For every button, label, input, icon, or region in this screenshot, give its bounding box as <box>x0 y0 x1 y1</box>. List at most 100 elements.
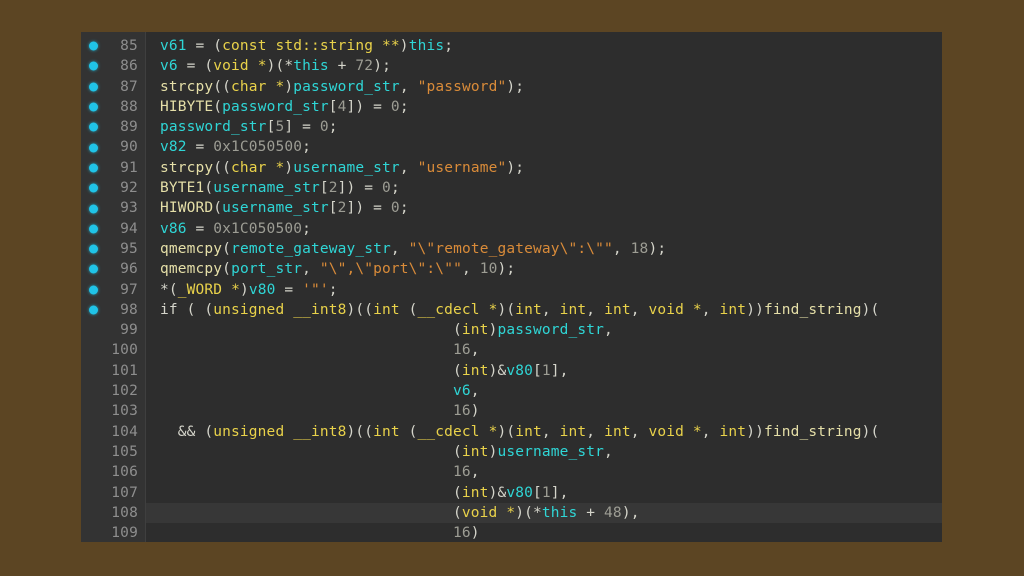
gutter-row[interactable]: 88 <box>81 97 145 117</box>
code-token: 4 <box>337 98 347 115</box>
code-line[interactable]: qmemcpy(remote_gateway_str, "\"remote_ga… <box>146 239 942 259</box>
code-token: HIBYTE <box>160 98 214 115</box>
code-line-current[interactable]: (void *)(*this + 48), <box>146 502 942 524</box>
breakpoint-dot-icon[interactable] <box>89 61 98 71</box>
code-token: ]) = <box>346 200 391 217</box>
code-line[interactable]: strcpy((char *)password_str, "password")… <box>146 77 942 97</box>
gutter-row[interactable]: 87 <box>81 77 145 97</box>
editor-gutter[interactable]: 85 86 87 88 89 90 91 92 93 94 95 96 97 98 99 100 101 102 1… <box>81 32 146 542</box>
code-line[interactable]: password_str[5] = 0; <box>146 117 942 137</box>
code-token: , <box>470 383 480 400</box>
code-line[interactable]: 16) <box>146 523 942 542</box>
gutter-row[interactable]: 85 <box>81 36 145 56</box>
code-line[interactable]: *(_WORD *)v80 = '"'; <box>146 280 942 300</box>
breakpoint-dot-icon[interactable] <box>89 305 98 315</box>
code-content-area[interactable]: v61 = (const std::string **)this; v6 = (v… <box>146 32 942 542</box>
code-token: , <box>302 261 320 278</box>
code-token: ] = <box>284 119 320 136</box>
gutter-row[interactable]: 105 <box>81 442 145 462</box>
breakpoint-dot-icon[interactable] <box>89 285 98 295</box>
breakpoint-dot-icon[interactable] <box>89 102 98 112</box>
code-token: "password" <box>417 78 507 95</box>
code-line[interactable]: v6 = (void *)(*this + 72); <box>146 56 942 76</box>
code-token: int <box>515 423 542 440</box>
breakpoint-dot-icon[interactable] <box>89 204 98 214</box>
gutter-row[interactable]: 95 <box>81 239 145 259</box>
gutter-row[interactable]: 109 <box>81 523 145 542</box>
breakpoint-dot-icon[interactable] <box>89 122 98 132</box>
gutter-row[interactable]: 86 <box>81 56 145 76</box>
code-token: qmemcpy <box>160 240 223 257</box>
breakpoint-dot-icon[interactable] <box>89 82 98 92</box>
code-token: 72 <box>355 58 374 75</box>
gutter-row[interactable]: 96 <box>81 259 145 279</box>
line-number: 88 <box>120 98 138 115</box>
gutter-row[interactable]: 106 <box>81 462 145 482</box>
code-token: this <box>541 504 578 521</box>
gutter-row[interactable]: 90 <box>81 137 145 157</box>
gutter-row[interactable]: 101 <box>81 361 145 381</box>
line-number: 92 <box>120 180 138 197</box>
breakpoint-dot-icon[interactable] <box>89 41 98 51</box>
code-token: const std::string <box>222 38 374 54</box>
code-line[interactable]: (int)&v80[1], <box>146 483 942 503</box>
breakpoint-dot-icon[interactable] <box>89 224 98 234</box>
code-line[interactable]: && (unsigned __int8)((int (__cdecl *)(in… <box>146 422 942 442</box>
gutter-row[interactable]: 100 <box>81 340 145 360</box>
breakpoint-dot-icon[interactable] <box>89 244 98 254</box>
breakpoint-dot-icon[interactable] <box>89 163 98 173</box>
breakpoint-dot-icon[interactable] <box>89 143 98 153</box>
code-line[interactable]: 16) <box>146 401 942 421</box>
gutter-row[interactable]: 91 <box>81 158 145 178</box>
code-token: 18 <box>630 240 649 257</box>
code-token: unsigned __int8 <box>213 423 347 440</box>
code-line[interactable]: v61 = (const std::string **)this; <box>146 36 942 56</box>
code-token: ) <box>470 525 480 542</box>
code-line[interactable]: v86 = 0x1C050500; <box>146 219 942 239</box>
code-line[interactable]: (int)&v80[1], <box>146 361 942 381</box>
code-line[interactable]: HIBYTE(password_str[4]) = 0; <box>146 97 942 117</box>
code-line[interactable]: 16, <box>146 340 942 360</box>
code-line[interactable]: v82 = 0x1C050500; <box>146 137 942 157</box>
code-token: ( <box>222 261 232 278</box>
code-token: if ( ( <box>160 301 214 318</box>
code-line[interactable]: strcpy((char *)username_str, "username")… <box>146 158 942 178</box>
gutter-row[interactable]: 89 <box>81 117 145 137</box>
code-line[interactable]: (int)username_str, <box>146 442 942 462</box>
line-number: 107 <box>111 484 138 501</box>
code-line[interactable]: HIWORD(username_str[2]) = 0; <box>146 198 942 218</box>
code-token: username_str <box>213 180 320 197</box>
gutter-row[interactable]: 97 <box>81 280 145 300</box>
gutter-row[interactable]: 99 <box>81 320 145 340</box>
code-line[interactable]: qmemcpy(port_str, "\",\"port\":\"", 10); <box>146 259 942 279</box>
gutter-row[interactable]: 94 <box>81 219 145 239</box>
code-line[interactable]: if ( (unsigned __int8)((int (__cdecl *)(… <box>146 300 942 320</box>
gutter-row[interactable]: 102 <box>81 381 145 401</box>
gutter-row[interactable]: 107 <box>81 483 145 503</box>
line-number: 108 <box>111 504 138 521</box>
breakpoint-dot-icon[interactable] <box>89 183 98 193</box>
code-token: , <box>399 78 418 95</box>
code-line[interactable]: 16, <box>146 462 942 482</box>
code-line[interactable]: (int)password_str, <box>146 320 942 340</box>
code-token: , <box>604 443 613 460</box>
code-line[interactable]: BYTE1(username_str[2]) = 0; <box>146 178 942 198</box>
gutter-row[interactable]: 92 <box>81 178 145 198</box>
code-token: ; <box>399 200 409 217</box>
gutter-row[interactable]: 108 <box>81 503 145 523</box>
code-line[interactable]: v6, <box>146 381 942 401</box>
gutter-row[interactable]: 103 <box>81 401 145 421</box>
code-token: qmemcpy <box>160 261 223 278</box>
code-token: ( <box>399 301 418 318</box>
breakpoint-dot-icon[interactable] <box>89 264 98 274</box>
gutter-row[interactable]: 98 <box>81 300 145 320</box>
gutter-row[interactable]: 93 <box>81 198 145 218</box>
code-token: 0x1C050500 <box>213 139 303 156</box>
code-token: 0 <box>382 180 391 197</box>
gutter-row[interactable]: 104 <box>81 422 145 442</box>
code-token: find_string <box>763 301 862 318</box>
code-token: [ <box>319 180 329 197</box>
